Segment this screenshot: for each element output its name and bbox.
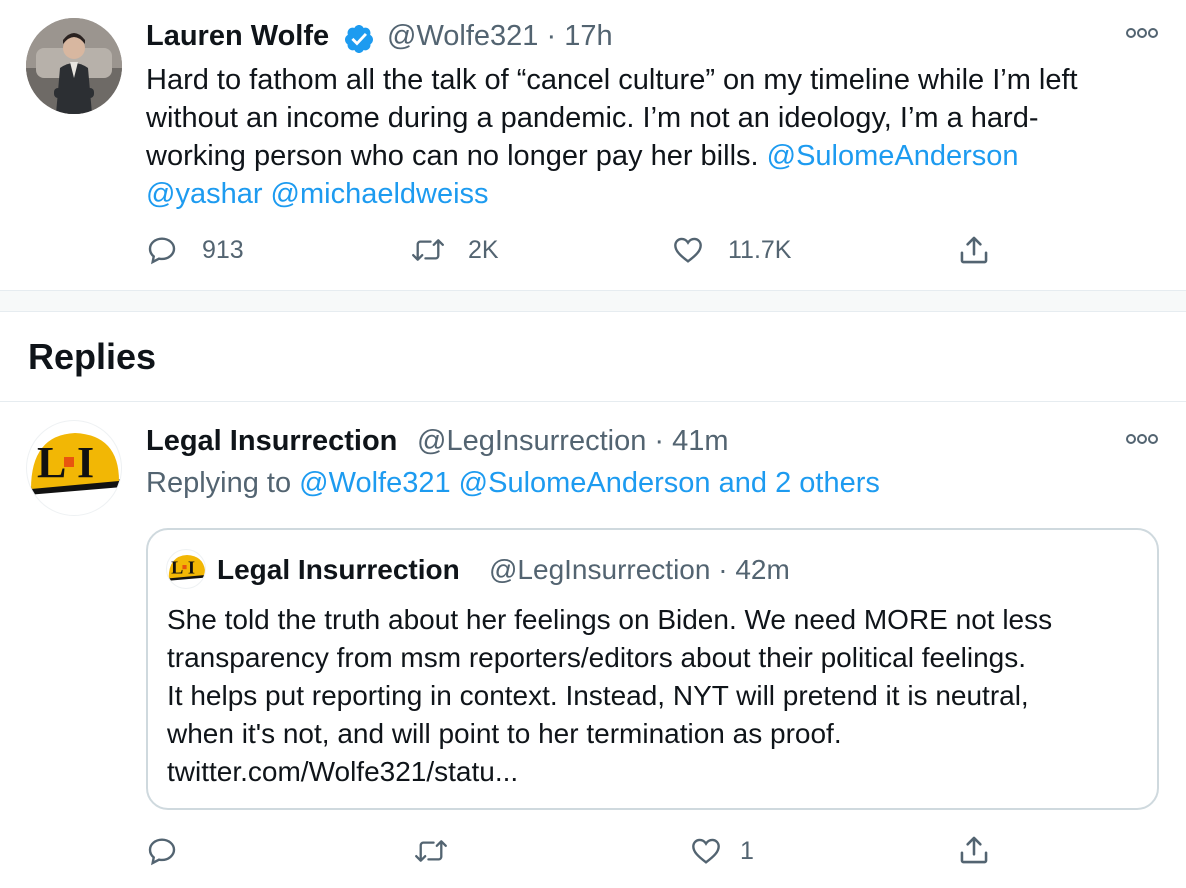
reply-count: 913 — [202, 235, 244, 264]
legal-insurrection-logo-icon: L I — [27, 433, 121, 495]
reply-like-count: 1 — [740, 836, 754, 865]
reply-author-handle[interactable]: @LegInsurrection — [417, 425, 646, 457]
svg-text:L: L — [37, 438, 66, 487]
author-name[interactable]: Lauren Wolfe — [146, 20, 329, 53]
mention-link[interactable]: @SulomeAnderson — [459, 467, 711, 499]
share-button[interactable] — [957, 233, 991, 272]
mention-link[interactable]: @SulomeAnderson — [767, 140, 1019, 172]
svg-text:I: I — [188, 557, 195, 577]
heart-icon — [674, 237, 702, 263]
retweet-icon — [415, 840, 447, 862]
mention-link[interactable]: @yashar — [146, 178, 262, 210]
tweet-timestamp[interactable]: 17h — [564, 20, 612, 52]
like-count: 11.7K — [728, 235, 792, 264]
heart-icon — [692, 838, 720, 864]
quoted-avatar: L I — [166, 549, 206, 589]
reply-icon — [148, 237, 176, 265]
retweet-icon — [412, 239, 444, 261]
reply-icon — [148, 838, 176, 866]
dot-separator: · — [718, 554, 728, 585]
more-options-button[interactable] — [1126, 26, 1158, 45]
author-handle[interactable]: @Wolfe321 — [387, 20, 538, 52]
svg-text:I: I — [77, 438, 94, 487]
quoted-text-line: transparency from msm reporters/editors … — [167, 642, 1027, 673]
tweet-text: Hard to fathom all the talk of “cancel c… — [146, 61, 1166, 213]
reply-avatar[interactable]: L I — [26, 420, 122, 516]
tweet-text-line: without an income during a pandemic. I’m… — [146, 102, 1039, 134]
reply-like-button[interactable]: 1 — [690, 835, 754, 867]
reply-retweet-button[interactable] — [413, 835, 449, 872]
quoted-text-line: when it's not, and will point to her ter… — [167, 718, 842, 749]
author-avatar[interactable] — [26, 18, 122, 114]
others-link[interactable]: and 2 others — [719, 467, 880, 499]
quoted-author-handle: @LegInsurrection — [489, 554, 711, 585]
mention-link[interactable]: @Wolfe321 — [299, 467, 450, 499]
tweet-text-line: working person who can no longer pay her… — [146, 140, 767, 172]
reply-reply-button[interactable] — [146, 835, 178, 872]
quoted-tweet-text: She told the truth about her feelings on… — [167, 601, 1152, 791]
reply-timestamp[interactable]: 41m — [672, 425, 728, 457]
legal-insurrection-logo-icon: L I — [167, 555, 205, 581]
avatar-photo-icon — [26, 18, 122, 114]
tweet-text-line: Hard to fathom all the talk of “cancel c… — [146, 64, 1078, 96]
svg-text:L: L — [171, 557, 183, 577]
replying-to-prefix: Replying to — [146, 467, 300, 499]
quoted-link[interactable]: twitter.com/Wolfe321/statu... — [167, 753, 1152, 791]
reply-author-name[interactable]: Legal Insurrection — [146, 425, 397, 458]
reply-button[interactable]: 913 — [146, 234, 244, 266]
retweet-button[interactable]: 2K — [410, 234, 499, 266]
divider — [0, 401, 1186, 402]
share-icon — [960, 836, 988, 864]
section-divider — [0, 290, 1186, 312]
share-icon — [960, 236, 988, 264]
mention-link[interactable]: @michaeldweiss — [271, 178, 489, 210]
quoted-text-line: It helps put reporting in context. Inste… — [167, 680, 1029, 711]
retweet-count: 2K — [468, 235, 499, 264]
reply-share-button[interactable] — [957, 833, 991, 872]
dot-separator: · — [546, 20, 557, 52]
quoted-timestamp: 42m — [735, 554, 790, 585]
like-button[interactable]: 11.7K — [672, 234, 791, 266]
quoted-author-name: Legal Insurrection — [217, 554, 460, 585]
more-dots-icon — [1126, 28, 1158, 38]
replies-heading: Replies — [28, 336, 157, 377]
quoted-text-line: She told the truth about her feelings on… — [167, 604, 1053, 635]
reply-more-options-button[interactable] — [1126, 432, 1158, 451]
dot-separator: · — [654, 425, 665, 457]
more-dots-icon — [1126, 434, 1158, 444]
verified-badge-icon — [343, 23, 375, 55]
replying-to: Replying to @Wolfe321 @SulomeAnderson an… — [146, 467, 880, 500]
